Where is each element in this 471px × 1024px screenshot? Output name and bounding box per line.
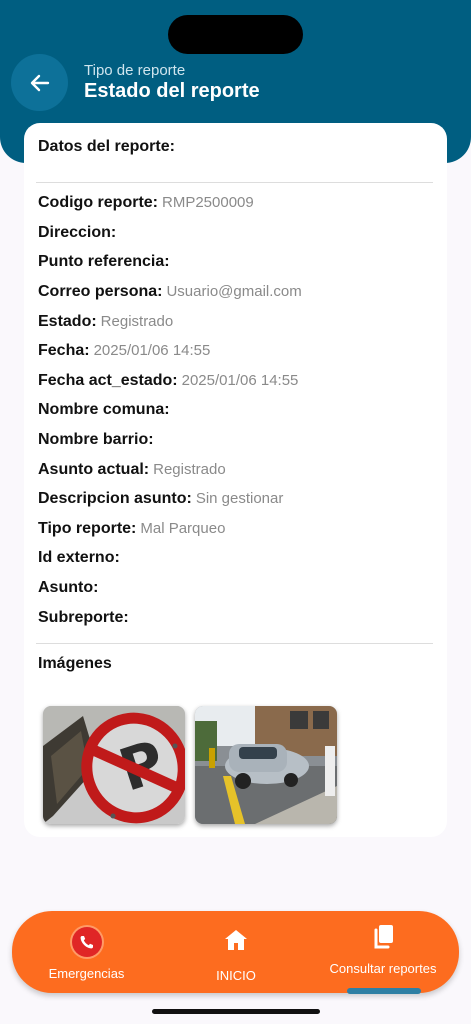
field-id-externo: Id externo: xyxy=(38,549,120,566)
nav-label-inicio: INICIO xyxy=(216,968,256,983)
home-icon xyxy=(225,930,247,950)
field-tipo-reporte: Tipo reporte: Mal Parqueo xyxy=(38,520,226,537)
field-fecha-act-estado: Fecha act_estado: 2025/01/06 14:55 xyxy=(38,372,299,389)
field-correo-persona: Correo persona: Usuario@gmail.com xyxy=(38,283,302,300)
field-asunto-actual: Asunto actual: Registrado xyxy=(38,461,226,478)
divider xyxy=(36,182,433,183)
field-descripcion-asunto: Descripcion asunto: Sin gestionar xyxy=(38,490,284,507)
page-title: Estado del reporte xyxy=(84,80,260,102)
field-asunto: Asunto: xyxy=(38,579,99,596)
arrow-left-icon xyxy=(30,74,49,91)
camera-notch xyxy=(168,15,303,54)
field-nombre-comuna: Nombre comuna: xyxy=(38,401,170,418)
nav-item-inicio[interactable]: INICIO xyxy=(204,927,268,983)
header-subtitle: Tipo de reporte xyxy=(84,62,186,79)
copy-icon xyxy=(374,925,393,949)
divider xyxy=(36,643,433,644)
images-title: Imágenes xyxy=(38,655,112,672)
field-direccion: Direccion: xyxy=(38,224,117,241)
field-codigo-reporte: Codigo reporte: RMP2500009 xyxy=(38,194,254,211)
active-tab-indicator xyxy=(347,988,421,994)
field-punto-referencia: Punto referencia: xyxy=(38,253,170,270)
bottom-nav: Emergencias INICIO Consultar reportes xyxy=(12,911,459,994)
field-fecha: Fecha: 2025/01/06 14:55 xyxy=(38,342,211,359)
home-indicator xyxy=(152,1009,320,1014)
phone-icon xyxy=(71,927,102,957)
field-subreporte: Subreporte: xyxy=(38,609,129,626)
field-estado: Estado: Registrado xyxy=(38,313,174,330)
report-image-parked-car[interactable] xyxy=(195,706,337,824)
report-image-no-parking-sign[interactable]: P xyxy=(43,706,185,824)
report-card: Datos del reporte: Codigo reporte: RMP250… xyxy=(24,123,447,837)
nav-label-consultar-reportes: Consultar reportes xyxy=(329,961,437,976)
back-button[interactable] xyxy=(11,54,68,111)
nav-item-consultar-reportes[interactable]: Consultar reportes xyxy=(322,923,444,976)
field-nombre-barrio: Nombre barrio: xyxy=(38,431,154,448)
card-title: Datos del reporte: xyxy=(38,138,175,155)
nav-label-emergencias: Emergencias xyxy=(48,966,125,981)
nav-item-emergencias[interactable]: Emergencias xyxy=(46,927,127,981)
